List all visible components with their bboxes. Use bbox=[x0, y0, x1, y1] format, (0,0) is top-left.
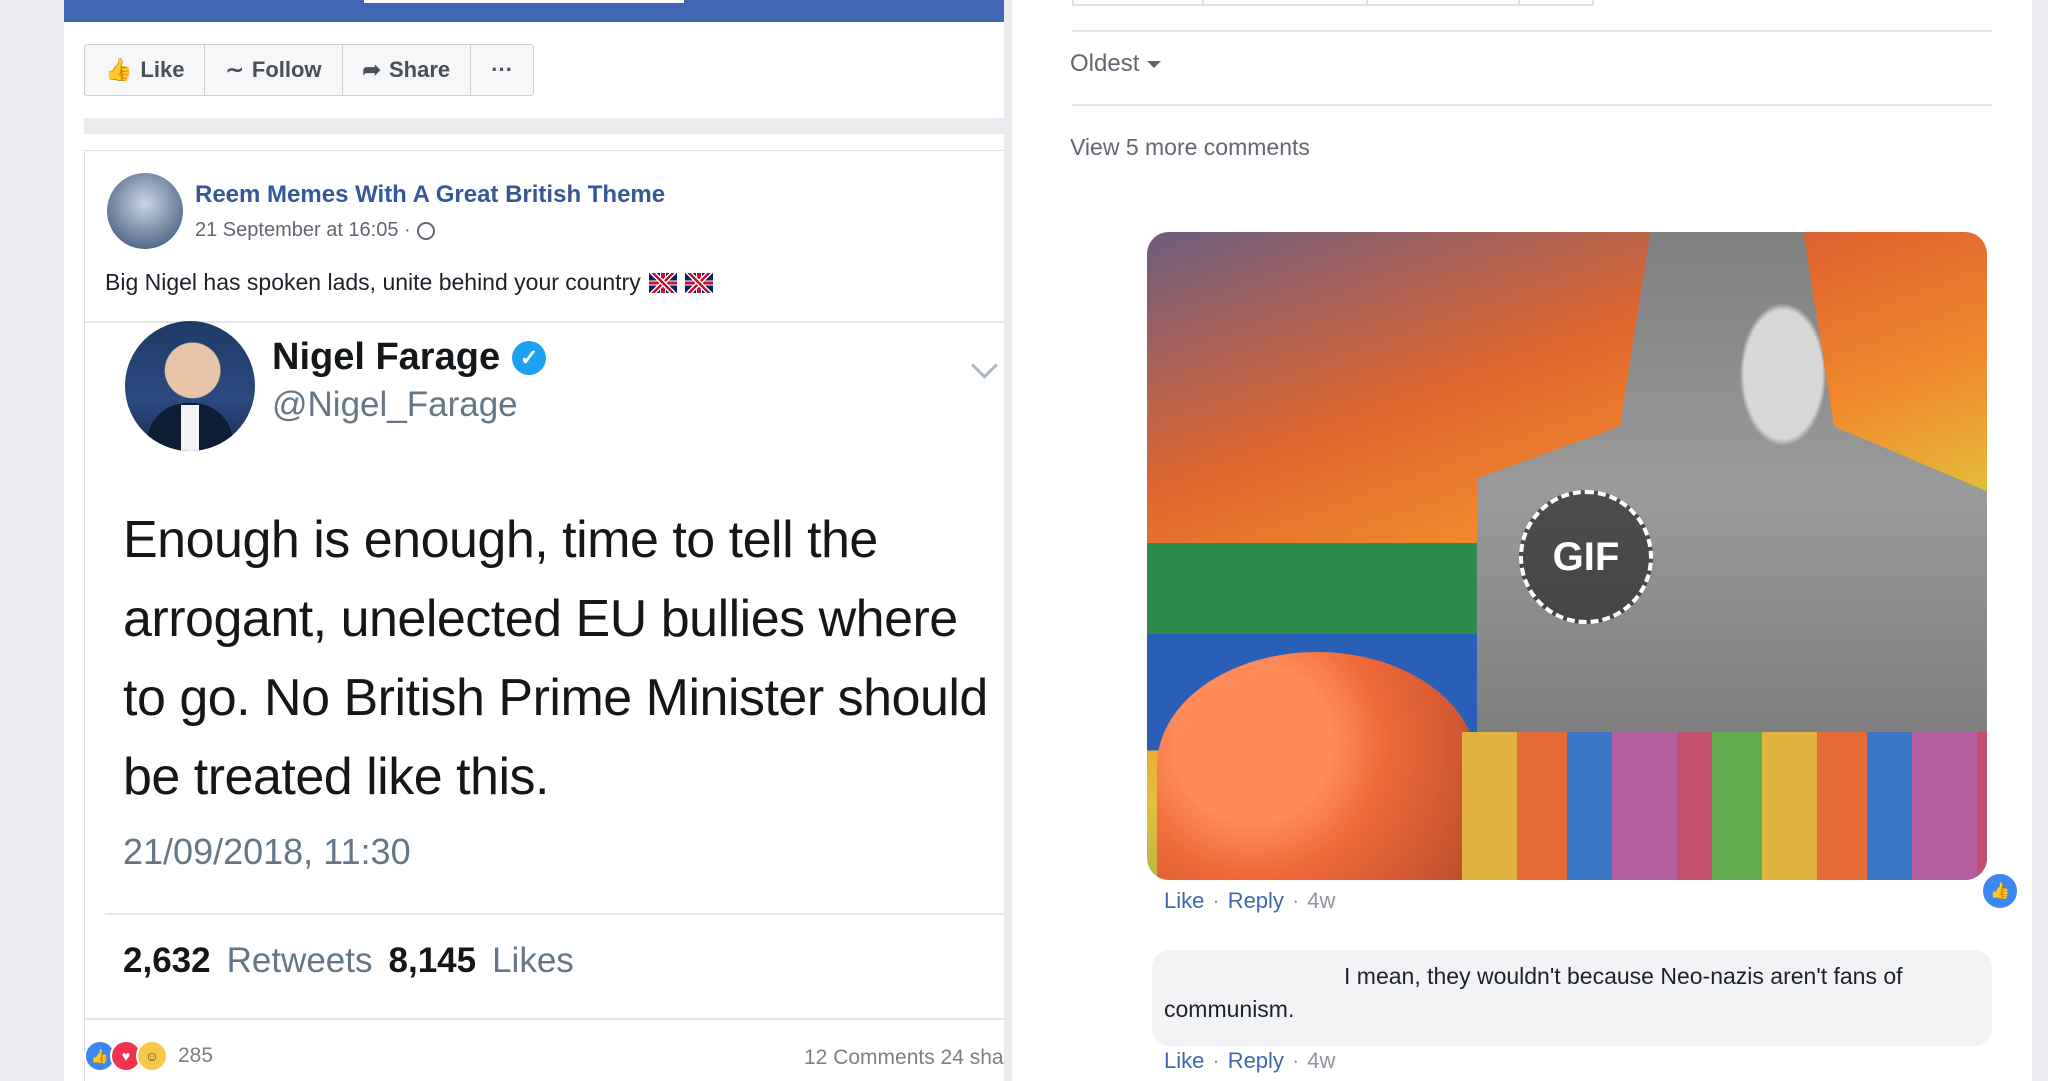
page-avatar[interactable] bbox=[107, 173, 183, 249]
share-arrow-icon: ➦ bbox=[362, 57, 381, 82]
uk-flag-icon bbox=[684, 272, 713, 293]
retweets-count: 2,632 bbox=[123, 941, 211, 980]
caption-divider bbox=[85, 321, 1004, 323]
sort-rule bbox=[1072, 104, 1992, 106]
top-tab-strip bbox=[1072, 0, 1992, 6]
uk-flag-icon bbox=[648, 272, 677, 293]
comment-actions: Like · Reply · 4w bbox=[1164, 1048, 1336, 1074]
tweet-author-name: Nigel Farage ✓ bbox=[272, 336, 547, 379]
left-panel: 👍 Like ∼ Follow ➦ Share ··· Reem Memes W… bbox=[64, 0, 1004, 1081]
facebook-header-bar bbox=[64, 0, 1004, 22]
comments-shares-count[interactable]: 12 Comments 24 share bbox=[804, 1046, 1004, 1070]
likes-count: 8,145 bbox=[388, 941, 477, 980]
tweet-stats: 2,632 Retweets 8,145 Likes bbox=[123, 941, 574, 981]
likes-label: Likes bbox=[492, 941, 574, 980]
footer-divider bbox=[84, 1018, 1004, 1020]
view-more-comments-link[interactable]: View 5 more comments bbox=[1070, 134, 1310, 161]
like-link[interactable]: Like bbox=[1164, 1048, 1204, 1074]
reactions-summary[interactable]: 👍 ♥ ☺ 285 bbox=[84, 1040, 213, 1072]
post-caption: Big Nigel has spoken lads, unite behind … bbox=[105, 269, 713, 296]
reply-link[interactable]: Reply bbox=[1228, 1048, 1284, 1074]
gif-comment-image[interactable]: GIF bbox=[1147, 232, 1987, 880]
more-options-button[interactable]: ··· bbox=[471, 45, 533, 95]
like-link[interactable]: Like bbox=[1164, 888, 1204, 914]
reply-link[interactable]: Reply bbox=[1228, 888, 1284, 914]
reactions-count: 285 bbox=[178, 1044, 214, 1067]
tweet-avatar bbox=[125, 321, 255, 451]
verified-badge-icon: ✓ bbox=[512, 340, 547, 375]
gif-play-button[interactable]: GIF bbox=[1519, 490, 1653, 624]
more-icon: ··· bbox=[491, 57, 514, 82]
comment-time[interactable]: 4w bbox=[1307, 1048, 1335, 1074]
gif-comment-actions: Like · Reply · 4w bbox=[1164, 888, 1336, 914]
chevron-down-icon bbox=[971, 352, 998, 379]
page-name-link[interactable]: Reem Memes With A Great British Theme bbox=[195, 181, 665, 209]
haha-reaction-icon: ☺ bbox=[136, 1040, 168, 1072]
retweets-label: Retweets bbox=[226, 941, 373, 980]
comment-bubble: I mean, they wouldn't because Neo-nazis … bbox=[1152, 950, 1992, 1046]
comment-time[interactable]: 4w bbox=[1307, 888, 1335, 914]
right-panel: Oldest View 5 more comments GIF 👍 Like ·… bbox=[1012, 0, 2032, 1081]
comment-text: I mean, they wouldn't because Neo-nazis … bbox=[1164, 963, 1903, 1022]
globe-icon bbox=[416, 221, 435, 240]
feed-separator bbox=[84, 118, 1004, 134]
rss-icon: ∼ bbox=[225, 57, 244, 82]
like-reaction-icon: 👍 bbox=[1980, 871, 2020, 911]
thumbs-up-icon: 👍 bbox=[105, 57, 133, 82]
page-action-bar: 👍 Like ∼ Follow ➦ Share ··· bbox=[84, 44, 535, 96]
tweet-text: Enough is enough, time to tell the arrog… bbox=[123, 511, 988, 806]
share-page-button[interactable]: ➦ Share bbox=[343, 45, 472, 95]
follow-button[interactable]: ∼ Follow bbox=[205, 45, 343, 95]
post-timestamp[interactable]: 21 September at 16:05 · bbox=[195, 219, 435, 242]
caret-down-icon bbox=[1147, 60, 1162, 68]
tweet-datetime: 21/09/2018, 11:30 bbox=[123, 831, 411, 872]
facebook-post: Reem Memes With A Great British Theme 21… bbox=[84, 150, 1004, 1081]
tweet-divider bbox=[105, 913, 1004, 915]
like-page-button[interactable]: 👍 Like bbox=[85, 45, 206, 95]
sort-dropdown[interactable]: Oldest bbox=[1070, 50, 1162, 78]
tweet-handle: @Nigel_Farage bbox=[272, 385, 518, 424]
top-rule bbox=[1072, 30, 1992, 32]
